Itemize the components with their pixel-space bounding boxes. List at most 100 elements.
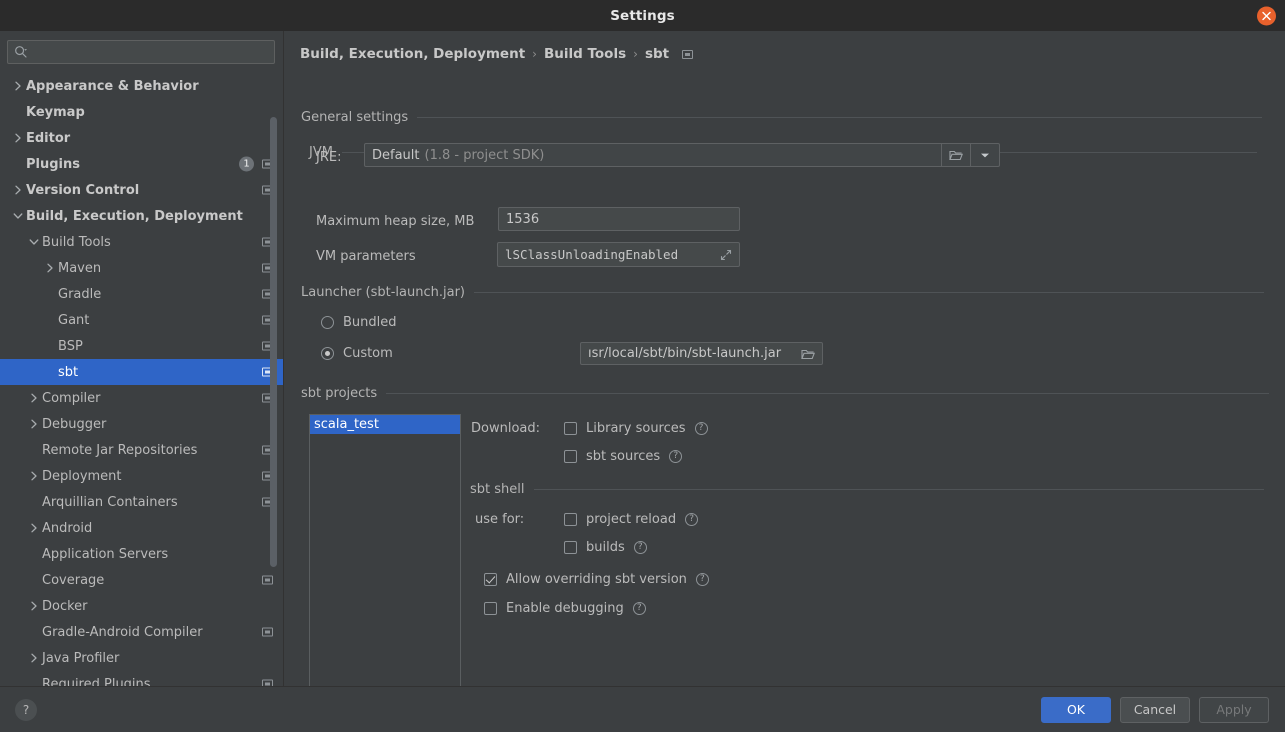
chevron-down-icon[interactable]	[26, 238, 42, 246]
project-reload-checkbox[interactable]	[564, 513, 577, 526]
checkbox-row-library-sources[interactable]: Library sources ?	[564, 421, 708, 436]
chevron-right-icon[interactable]	[26, 653, 42, 663]
sidebar-item-keymap[interactable]: Keymap	[0, 99, 283, 125]
project-reload-help-icon[interactable]: ?	[685, 513, 699, 526]
sidebar-item-label: Version Control	[26, 182, 140, 198]
sidebar-item-application-servers[interactable]: Application Servers	[0, 541, 283, 567]
close-button[interactable]	[1257, 6, 1276, 25]
sidebar-item-bsp[interactable]: BSP	[0, 333, 283, 359]
chevron-right-icon[interactable]	[10, 133, 26, 143]
sidebar-item-java-profiler[interactable]: Java Profiler	[0, 645, 283, 671]
sidebar-item-label: Coverage	[42, 572, 105, 588]
sbt-sources-checkbox[interactable]	[564, 450, 577, 463]
sidebar-item-gradle-android-compiler[interactable]: Gradle-Android Compiler	[0, 619, 283, 645]
sbt-projects-label: sbt projects	[301, 386, 378, 401]
sidebar-item-label: Android	[42, 520, 93, 536]
builds-help-icon[interactable]: ?	[633, 541, 647, 554]
help-button[interactable]: ?	[15, 698, 37, 721]
search-box[interactable]	[7, 40, 275, 64]
chevron-down-icon[interactable]	[10, 212, 26, 220]
sbt-projects-list[interactable]: scala_test	[309, 414, 461, 699]
enable-debugging-checkbox[interactable]	[484, 602, 497, 615]
settings-content: Build, Execution, Deployment › Build Too…	[284, 31, 1285, 699]
sidebar-item-sbt[interactable]: sbt	[0, 359, 283, 385]
chevron-right-icon[interactable]	[26, 601, 42, 611]
close-icon	[1262, 11, 1271, 20]
vm-parameters-label: VM parameters	[316, 249, 416, 264]
sidebar-item-remote-jar-repositories[interactable]: Remote Jar Repositories	[0, 437, 283, 463]
sidebar-scrollbar-track[interactable]	[270, 79, 277, 621]
breadcrumb-item-sbt[interactable]: sbt	[645, 46, 669, 62]
list-item[interactable]: scala_test	[310, 415, 460, 434]
sidebar-item-plugins[interactable]: Plugins 1	[0, 151, 283, 177]
jre-browse-button[interactable]	[941, 144, 970, 166]
vm-parameters-expand-button[interactable]	[714, 249, 732, 261]
sidebar-item-build-tools[interactable]: Build Tools	[0, 229, 283, 255]
custom-label: Custom	[343, 346, 393, 361]
chevron-right-icon[interactable]	[26, 393, 42, 403]
chevron-right-icon[interactable]	[10, 185, 26, 195]
breadcrumb-item-build-execution-deployment[interactable]: Build, Execution, Deployment	[300, 46, 525, 62]
library-sources-checkbox[interactable]	[564, 422, 577, 435]
sidebar-item-arquillian-containers[interactable]: Arquillian Containers	[0, 489, 283, 515]
chevron-right-icon[interactable]	[26, 419, 42, 429]
sidebar-item-editor[interactable]: Editor	[0, 125, 283, 151]
allow-overriding-sbt-version-help-icon[interactable]: ?	[695, 573, 709, 586]
group-divider-line	[533, 489, 1264, 490]
sidebar-scrollbar-thumb[interactable]	[270, 117, 277, 567]
sbt-sources-help-icon[interactable]: ?	[669, 450, 683, 463]
sidebar-item-appearance-behavior[interactable]: Appearance & Behavior	[0, 73, 283, 99]
checkbox-row-allow-overriding-sbt-version[interactable]: Allow overriding sbt version ?	[484, 572, 709, 587]
sidebar-item-label: Arquillian Containers	[42, 494, 178, 510]
checkbox-row-enable-debugging[interactable]: Enable debugging ?	[484, 601, 646, 616]
chevron-right-icon[interactable]	[26, 471, 42, 481]
sbt-projects-group-header: sbt projects	[301, 386, 1269, 401]
sidebar-item-android[interactable]: Android	[0, 515, 283, 541]
sidebar-item-label: Gradle-Android Compiler	[42, 624, 203, 640]
launcher-custom-radio-row[interactable]: Custom	[321, 346, 393, 361]
group-divider-line	[474, 292, 1265, 293]
sidebar-item-label: Plugins	[26, 156, 80, 172]
sidebar-item-debugger[interactable]: Debugger	[0, 411, 283, 437]
builds-checkbox[interactable]	[564, 541, 577, 554]
search-input[interactable]	[28, 45, 274, 59]
sidebar-item-build-execution-deployment[interactable]: Build, Execution, Deployment	[0, 203, 283, 229]
max-heap-input[interactable]: 1536	[498, 207, 740, 231]
custom-radio[interactable]	[321, 347, 334, 360]
module-scope-icon[interactable]	[682, 49, 694, 59]
checkbox-row-builds[interactable]: builds ?	[564, 540, 647, 555]
custom-launcher-path-input[interactable]: ısr/local/sbt/bin/sbt-launch.jar	[580, 342, 823, 365]
sidebar-item-maven[interactable]: Maven	[0, 255, 283, 281]
sbt-sources-label: sbt sources	[586, 449, 661, 464]
breadcrumb-item-build-tools[interactable]: Build Tools	[544, 46, 626, 62]
sidebar-item-deployment[interactable]: Deployment	[0, 463, 283, 489]
custom-launcher-browse-button[interactable]	[795, 348, 815, 360]
chevron-right-icon[interactable]	[42, 263, 58, 273]
chevron-right-icon[interactable]	[10, 81, 26, 91]
window-title: Settings	[610, 7, 675, 24]
sidebar-item-docker[interactable]: Docker	[0, 593, 283, 619]
checkbox-row-sbt-sources[interactable]: sbt sources ?	[564, 449, 683, 464]
enable-debugging-help-icon[interactable]: ?	[632, 602, 646, 615]
vm-parameters-input[interactable]: lSClassUnloadingEnabled	[497, 242, 740, 267]
sidebar-item-label: Editor	[26, 130, 71, 146]
ok-button[interactable]: OK	[1041, 696, 1111, 723]
module-scope-icon[interactable]	[262, 627, 273, 637]
jre-combobox[interactable]: Default (1.8 - project SDK)	[364, 143, 1000, 167]
launcher-bundled-radio-row[interactable]: Bundled	[321, 315, 397, 330]
sidebar-item-gradle[interactable]: Gradle	[0, 281, 283, 307]
checkbox-row-project-reload[interactable]: project reload ?	[564, 512, 699, 527]
allow-overriding-sbt-version-checkbox[interactable]	[484, 573, 497, 586]
sidebar-item-required-plugins[interactable]: Required Plugins	[0, 671, 283, 686]
jre-dropdown-button[interactable]	[970, 144, 999, 166]
chevron-right-icon[interactable]	[26, 523, 42, 533]
sidebar-item-coverage[interactable]: Coverage	[0, 567, 283, 593]
sidebar-item-gant[interactable]: Gant	[0, 307, 283, 333]
bundled-radio[interactable]	[321, 316, 334, 329]
sidebar-item-version-control[interactable]: Version Control	[0, 177, 283, 203]
sidebar-item-compiler[interactable]: Compiler	[0, 385, 283, 411]
launcher-group-header: Launcher (sbt-launch.jar)	[301, 285, 1269, 300]
library-sources-help-icon[interactable]: ?	[694, 422, 708, 435]
cancel-button[interactable]: Cancel	[1120, 696, 1190, 723]
apply-button[interactable]: Apply	[1199, 696, 1269, 723]
